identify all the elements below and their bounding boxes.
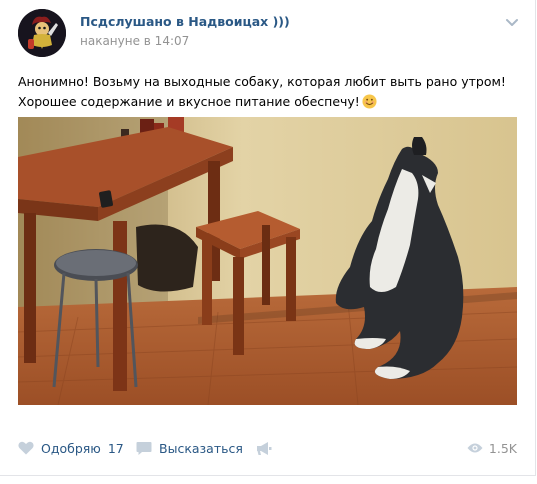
post-author[interactable]: Псдслушано в Надвоицах ))) bbox=[80, 14, 290, 29]
views-count: 1.5K bbox=[488, 440, 517, 456]
post-text-body: Анонимно! Возьму на выходные собаку, кот… bbox=[18, 74, 506, 109]
post-text: Анонимно! Возьму на выходные собаку, кот… bbox=[18, 72, 518, 112]
post-card: Псдслушано в Надвоицах ))) накануне в 14… bbox=[0, 0, 536, 476]
like-count: 17 bbox=[107, 440, 124, 456]
share-button[interactable] bbox=[256, 437, 279, 459]
comment-button[interactable]: Высказаться bbox=[136, 437, 243, 459]
comment-label: Высказаться bbox=[159, 440, 243, 456]
views-counter: 1.5K bbox=[467, 437, 517, 459]
community-avatar[interactable] bbox=[18, 9, 66, 57]
smiling-face-emoji-icon bbox=[362, 94, 377, 109]
more-chevron-icon[interactable] bbox=[504, 14, 520, 30]
post-photo[interactable] bbox=[18, 117, 517, 405]
eye-icon bbox=[467, 443, 483, 453]
heart-icon bbox=[18, 441, 34, 455]
like-button[interactable]: Одобряю 17 bbox=[18, 437, 124, 459]
like-label: Одобряю bbox=[41, 440, 101, 456]
post-actions: Одобряю 17 Высказаться 1.5K bbox=[18, 437, 517, 459]
comment-icon bbox=[136, 441, 152, 455]
share-megaphone-icon bbox=[257, 441, 272, 455]
post-time[interactable]: накануне в 14:07 bbox=[80, 34, 189, 48]
